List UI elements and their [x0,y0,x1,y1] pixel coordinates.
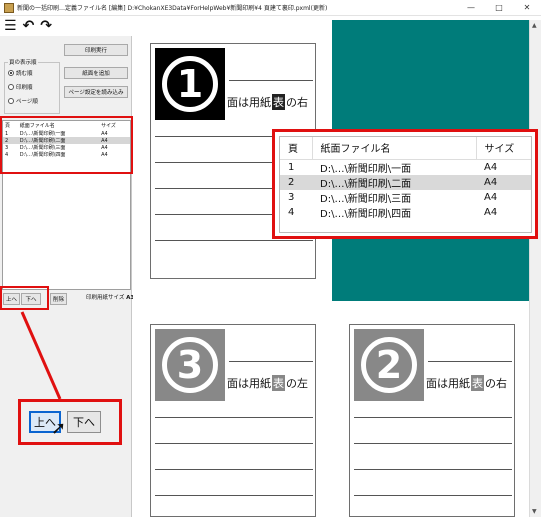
add-page-button[interactable]: 紙面を追加 [64,67,128,79]
display-order-group: 頁の表示順 読む順 印刷順 ページ順 [4,58,60,114]
redo-icon[interactable]: ↷ [40,19,52,33]
side-text-kanji: 表 [272,375,285,391]
side-text-suffix: の右 [485,377,507,390]
page-side-text: 面は用紙表の左 [227,375,308,391]
side-text-kanji: 表 [272,94,285,110]
zoom-cell-file: D:\…\新聞印刷\四面 [320,208,412,220]
button-highlight-box [0,286,49,310]
app-icon [4,2,14,13]
title-bar: 新聞の一括印刷…定義ファイル名 [編集] D:¥ChokanXE3Data¥Fo… [0,0,541,16]
page-side-text: 面は用紙表の右 [426,375,507,391]
minimize-button[interactable]: — [457,0,485,16]
zoom-cell-file: D:\…\新聞印刷\一面 [320,163,412,175]
zoom-list-item: 1 D:\…\新聞印刷\一面 A4 [280,159,531,175]
zoom-header-size: サイズ [475,137,531,160]
side-text-prefix: 面は用紙 [227,96,271,109]
preview-page-3: 3 面は用紙表の左 [150,324,316,517]
side-text-kanji: 表 [471,375,484,391]
close-button[interactable]: ✕ [513,0,541,16]
zoom-cell-size: A4 [484,161,498,173]
zoom-header-page: 頁 [280,137,312,160]
side-text-prefix: 面は用紙 [426,377,470,390]
radio-read-order[interactable]: 読む順 [8,69,33,77]
page-side-text: 面は用紙表の右 [227,94,308,110]
radio-indicator[interactable] [8,70,14,76]
paper-size: 印刷用紙サイズ A3横 [86,293,140,301]
zoom-cell-file: D:\…\新聞印刷\三面 [320,193,412,205]
page-number-badge: 2 [354,329,424,401]
print-button[interactable]: 印刷実行 [64,44,128,56]
window-title: 新聞の一括印刷…定義ファイル名 [編集] D:¥ChokanXE3Data¥Fo… [17,5,328,12]
zoom-cell-size: A4 [484,191,498,203]
undo-icon[interactable]: ↶ [23,19,35,33]
menu-icon[interactable]: ☰ [4,19,17,33]
radio-indicator[interactable] [8,84,14,90]
paper-size-label: 印刷用紙サイズ [86,295,125,301]
radio-label: ページ順 [16,99,38,105]
zoom-cell-size: A4 [484,206,498,218]
zoom-list-item-selected: 2 D:\…\新聞印刷\二面 A4 [280,174,531,190]
zoom-cell-page: 3 [288,191,295,203]
scroll-down-icon[interactable]: ▼ [532,508,537,515]
radio-print-order[interactable]: 印刷順 [8,83,33,91]
radio-label: 印刷順 [16,85,33,91]
zoom-cell-file: D:\…\新聞印刷\二面 [312,174,476,190]
page-number: 1 [162,56,218,112]
display-order-label: 頁の表示順 [8,58,38,66]
zoom-cell-page: 1 [288,161,295,173]
radio-indicator[interactable] [8,98,14,104]
zoom-cell-size: A4 [476,174,531,190]
zoomed-list-frame: 頁 紙面ファイル名 サイズ 1 D:\…\新聞印刷\一面 A4 2 D:\…\新… [279,136,532,233]
load-page-settings-button[interactable]: ページ設定を読み込み [64,86,128,98]
zoom-cell-page: 2 [280,174,312,190]
zoom-cell-page: 4 [288,206,295,218]
zoomed-buttons: 上へ 下へ ➚ [18,399,122,445]
radio-label: 読む順 [16,71,33,77]
page-number-badge: 3 [155,329,225,401]
toolbar: ☰ ↶ ↷ [0,16,132,36]
zoom-header-row: 頁 紙面ファイル名 サイズ [280,137,531,160]
side-text-suffix: の右 [286,96,308,109]
page-number-badge: 1 [155,48,225,120]
preview-page-2: 2 面は用紙表の右 [349,324,515,517]
vertical-scrollbar[interactable]: ▲ ▼ [529,20,541,517]
scroll-up-icon[interactable]: ▲ [532,22,537,29]
side-text-suffix: の左 [286,377,308,390]
maximize-button[interactable]: □ [485,0,513,16]
side-text-prefix: 面は用紙 [227,377,271,390]
page-number: 2 [361,337,417,393]
zoom-down-button[interactable]: 下へ [67,411,101,433]
delete-button[interactable]: 削除 [50,293,67,305]
list-highlight-box [0,116,133,174]
zoom-list-item: 4 D:\…\新聞印刷\四面 A4 [280,205,531,220]
mouse-cursor-icon: ➚ [51,418,67,439]
zoomed-page-list: 頁 紙面ファイル名 サイズ 1 D:\…\新聞印刷\一面 A4 2 D:\…\新… [272,129,538,239]
zoom-header-file: 紙面ファイル名 [311,137,476,160]
radio-page-order[interactable]: ページ順 [8,97,38,105]
zoom-list-item: 3 D:\…\新聞印刷\三面 A4 [280,190,531,205]
page-number: 3 [162,337,218,393]
